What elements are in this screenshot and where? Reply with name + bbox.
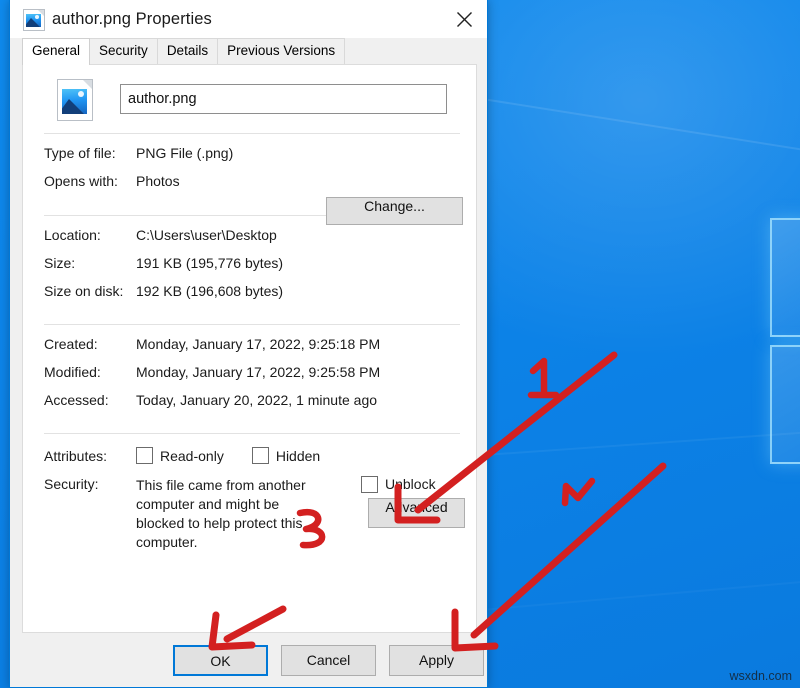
- hidden-checkbox[interactable]: [252, 447, 269, 464]
- attributes-row: Attributes: Read-only Hidden: [23, 434, 476, 464]
- field-value: Photos: [136, 173, 476, 190]
- dialog-titlebar[interactable]: author.png Properties: [10, 0, 487, 38]
- close-icon[interactable]: [441, 0, 487, 38]
- wallpaper-band-2: [470, 423, 800, 457]
- field-value: Monday, January 17, 2022, 9:25:58 PM: [136, 364, 476, 381]
- dialog-button-bar: OK Cancel Apply: [10, 645, 487, 677]
- general-tab-panel: Type of file: PNG File (.png) Opens with…: [22, 64, 477, 633]
- tab-security[interactable]: Security: [89, 38, 158, 64]
- field-value: 192 KB (196,608 bytes): [136, 283, 476, 300]
- field-modified: Modified: Monday, January 17, 2022, 9:25…: [23, 353, 476, 381]
- tab-details[interactable]: Details: [157, 38, 218, 64]
- tab-general[interactable]: General: [22, 38, 90, 65]
- screen: wsxdn.com author.png Properties: [0, 0, 800, 688]
- filename-input[interactable]: [120, 84, 447, 114]
- field-label: Location:: [44, 227, 136, 244]
- field-value: C:\Users\user\Desktop: [136, 227, 476, 244]
- field-size: Size: 191 KB (195,776 bytes): [23, 244, 476, 272]
- site-watermark: wsxdn.com: [729, 669, 792, 683]
- readonly-label: Read-only: [160, 448, 224, 464]
- ok-button[interactable]: OK: [173, 645, 268, 676]
- windows-logo-pane-bottom: [770, 345, 800, 464]
- field-label: Type of file:: [44, 145, 136, 162]
- field-label: Opens with:: [44, 173, 136, 190]
- field-created: Created: Monday, January 17, 2022, 9:25:…: [23, 325, 476, 353]
- change-button[interactable]: Change...: [326, 197, 463, 225]
- field-value: Monday, January 17, 2022, 9:25:18 PM: [136, 336, 476, 353]
- field-label: Modified:: [44, 364, 136, 381]
- field-size-on-disk: Size on disk: 192 KB (196,608 bytes): [23, 272, 476, 300]
- field-value: 191 KB (195,776 bytes): [136, 255, 476, 272]
- cancel-button[interactable]: Cancel: [281, 645, 376, 676]
- hidden-label: Hidden: [276, 448, 320, 464]
- apply-button[interactable]: Apply: [389, 645, 484, 676]
- field-opens-with: Opens with: Photos: [23, 162, 476, 190]
- windows-logo-pane-top: [770, 218, 800, 337]
- security-message: This file came from another computer and…: [136, 476, 318, 552]
- unblock-label: Unblock: [385, 476, 436, 492]
- properties-dialog: author.png Properties General Security D…: [9, 0, 488, 688]
- image-file-icon-large: [57, 79, 91, 119]
- wallpaper-band-3: [470, 570, 800, 612]
- image-file-icon: [23, 9, 43, 29]
- attributes-label: Attributes:: [44, 448, 136, 464]
- filename-row: [23, 65, 476, 119]
- advanced-button[interactable]: Advanced: [368, 498, 465, 528]
- tab-strip: General Security Details Previous Versio…: [10, 38, 487, 64]
- field-label: Accessed:: [44, 392, 136, 409]
- field-value: Today, January 20, 2022, 1 minute ago: [136, 392, 476, 409]
- dialog-title: author.png Properties: [52, 10, 212, 29]
- unblock-checkbox[interactable]: [361, 476, 378, 493]
- security-label: Security:: [44, 476, 136, 552]
- field-label: Size:: [44, 255, 136, 272]
- field-label: Created:: [44, 336, 136, 353]
- tab-previous-versions[interactable]: Previous Versions: [217, 38, 345, 64]
- readonly-checkbox[interactable]: [136, 447, 153, 464]
- field-value: PNG File (.png): [136, 145, 476, 162]
- field-label: Size on disk:: [44, 283, 136, 300]
- field-type-of-file: Type of file: PNG File (.png): [23, 134, 476, 162]
- field-accessed: Accessed: Today, January 20, 2022, 1 min…: [23, 381, 476, 409]
